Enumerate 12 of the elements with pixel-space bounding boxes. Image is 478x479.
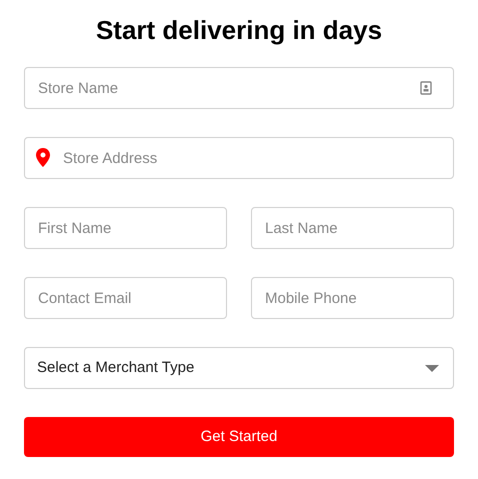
store-address-field[interactable]: Store Address [24,137,454,179]
location-pin-icon [36,148,50,167]
caret-icon [425,364,439,372]
contact-field[interactable]: Contact Email [24,277,227,319]
contact-card-icon [420,81,432,95]
merchant-type-select[interactable]: Select a Merchant Type [24,347,454,389]
name-field[interactable]: Last Name [251,207,454,249]
form-title: Start delivering in days [94,14,384,47]
contact-field[interactable]: Mobile Phone [251,277,454,319]
store-name-field[interactable]: Store Name [24,67,454,109]
name-field[interactable]: First Name [24,207,227,249]
get-started-button[interactable]: Get Started [24,417,454,457]
